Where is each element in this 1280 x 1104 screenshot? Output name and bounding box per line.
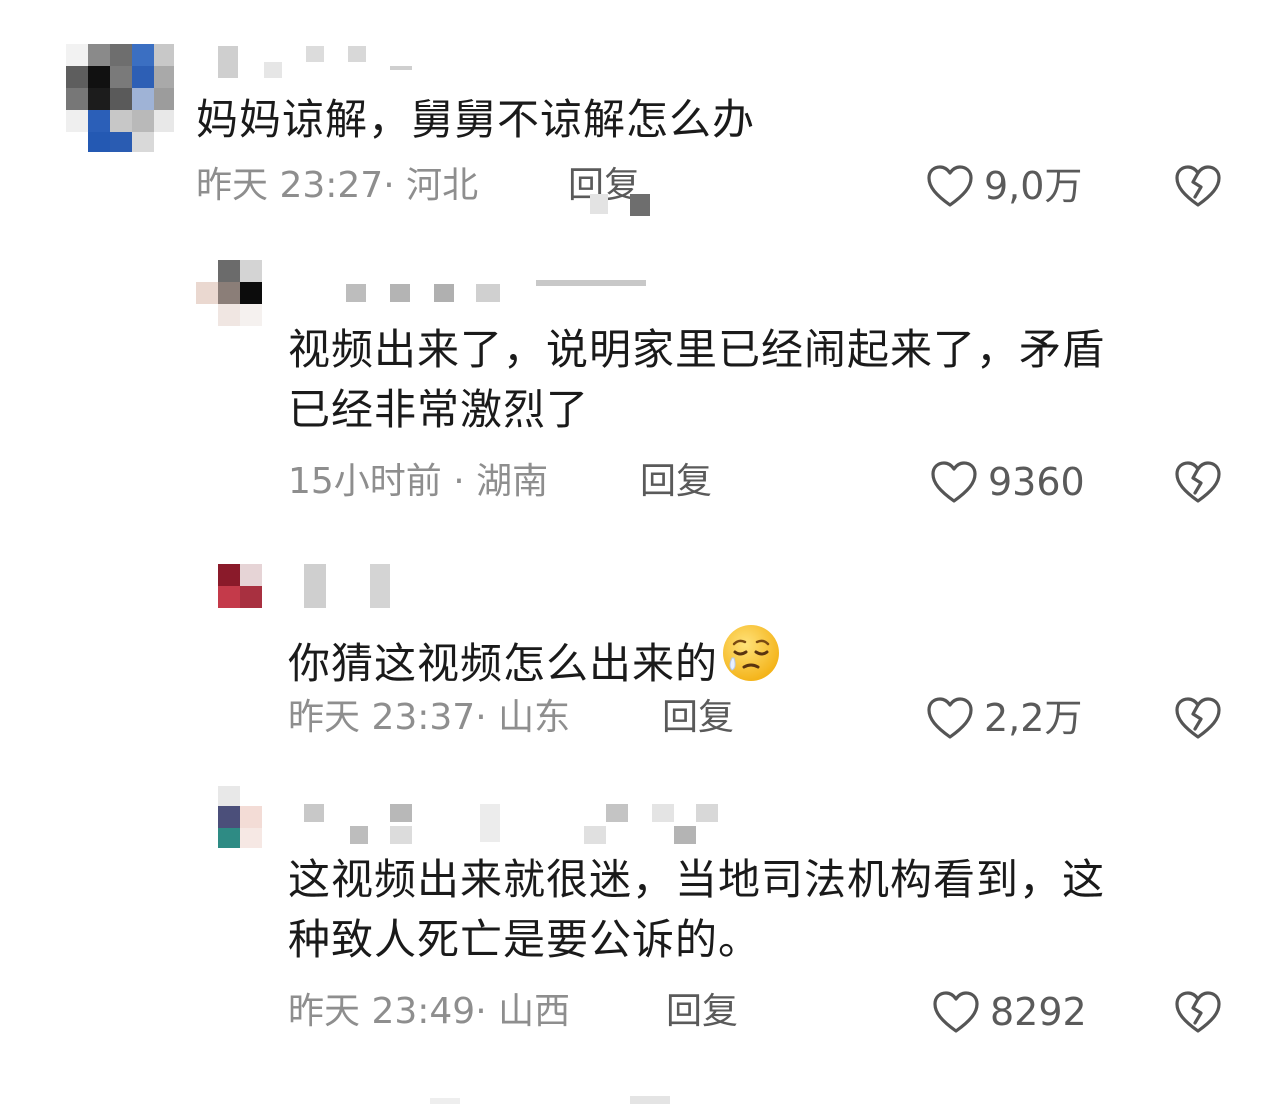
- like-button[interactable]: 9,0万: [926, 164, 1082, 208]
- comment-text-line1: 视频出来了，说明家里已经闹起来了，矛盾: [288, 325, 1106, 374]
- reply-comment: 这视频出来就很迷，当地司法机构看到，这 种致人死亡是要公诉的。 昨天 23:49…: [0, 780, 1280, 1070]
- like-button[interactable]: 8292: [932, 990, 1087, 1034]
- reply-button[interactable]: 回复: [662, 696, 734, 740]
- comment-text: 妈妈谅解，舅舅不谅解怎么办: [196, 95, 756, 144]
- avatar[interactable]: [66, 44, 174, 152]
- broken-heart-icon: [1174, 164, 1222, 208]
- broken-heart-icon: [1174, 990, 1222, 1034]
- comment-meta: 昨天 23:49· 山西: [288, 991, 571, 1032]
- reply-button[interactable]: 回复: [640, 460, 712, 504]
- username[interactable]: [218, 44, 418, 78]
- heart-outline-icon: [926, 164, 974, 208]
- heart-outline-icon: [930, 460, 978, 504]
- reply-comment: 你猜这视频怎么出来的 昨天 23:37· 山东 回复 2,2万: [0, 550, 1280, 760]
- heart-outline-icon: [926, 696, 974, 740]
- comment-location: 山东: [498, 697, 571, 738]
- comment-text: 你猜这视频怎么出来的: [288, 620, 784, 702]
- reply-button[interactable]: 回复: [666, 990, 738, 1034]
- comment-location: 山西: [498, 991, 571, 1032]
- username[interactable]: [304, 800, 724, 844]
- broken-heart-icon: [1174, 696, 1222, 740]
- like-count: 2,2万: [984, 696, 1083, 740]
- sad-face-emoji: [718, 620, 784, 702]
- broken-heart-icon: [1174, 460, 1222, 504]
- reply-blur: [590, 190, 654, 218]
- avatar[interactable]: [196, 260, 262, 326]
- like-button[interactable]: 2,2万: [926, 696, 1082, 740]
- comment-time: 昨天 23:49: [288, 991, 476, 1032]
- avatar[interactable]: [218, 786, 262, 848]
- comment-meta: 昨天 23:37· 山东: [288, 697, 571, 738]
- comment-text-line2: 已经非常激烈了: [288, 385, 590, 434]
- comment-time: 昨天 23:37: [288, 697, 476, 738]
- heart-outline-icon: [932, 990, 980, 1034]
- comment-time: 15小时前: [288, 461, 442, 502]
- dislike-button[interactable]: [1174, 460, 1222, 504]
- comment-location: 湖南: [476, 461, 549, 502]
- like-count: 9,0万: [984, 164, 1083, 208]
- cropped-next-comment: [430, 1096, 690, 1104]
- like-count: 9360: [988, 460, 1085, 504]
- comment-text-line1: 这视频出来就很迷，当地司法机构看到，这: [288, 855, 1106, 904]
- username[interactable]: [304, 564, 404, 608]
- avatar[interactable]: [218, 564, 262, 608]
- dislike-button[interactable]: [1174, 164, 1222, 208]
- comment-text-line2: 种致人死亡是要公诉的。: [288, 915, 762, 964]
- comment-meta: 15小时前 · 湖南: [288, 461, 549, 502]
- reply-comment: 视频出来了，说明家里已经闹起来了，矛盾 已经非常激烈了 15小时前 · 湖南 回…: [0, 250, 1280, 520]
- comment: 妈妈谅解，舅舅不谅解怎么办 昨天 23:27· 河北 回复 9,0万: [0, 0, 1280, 230]
- username[interactable]: [346, 280, 656, 304]
- like-button[interactable]: 9360: [930, 460, 1085, 504]
- comment-time: 昨天 23:27: [196, 165, 384, 206]
- comment-meta: 昨天 23:27· 河北: [196, 165, 479, 206]
- dislike-button[interactable]: [1174, 990, 1222, 1034]
- comment-location: 河北: [406, 165, 479, 206]
- like-count: 8292: [990, 990, 1087, 1034]
- dislike-button[interactable]: [1174, 696, 1222, 740]
